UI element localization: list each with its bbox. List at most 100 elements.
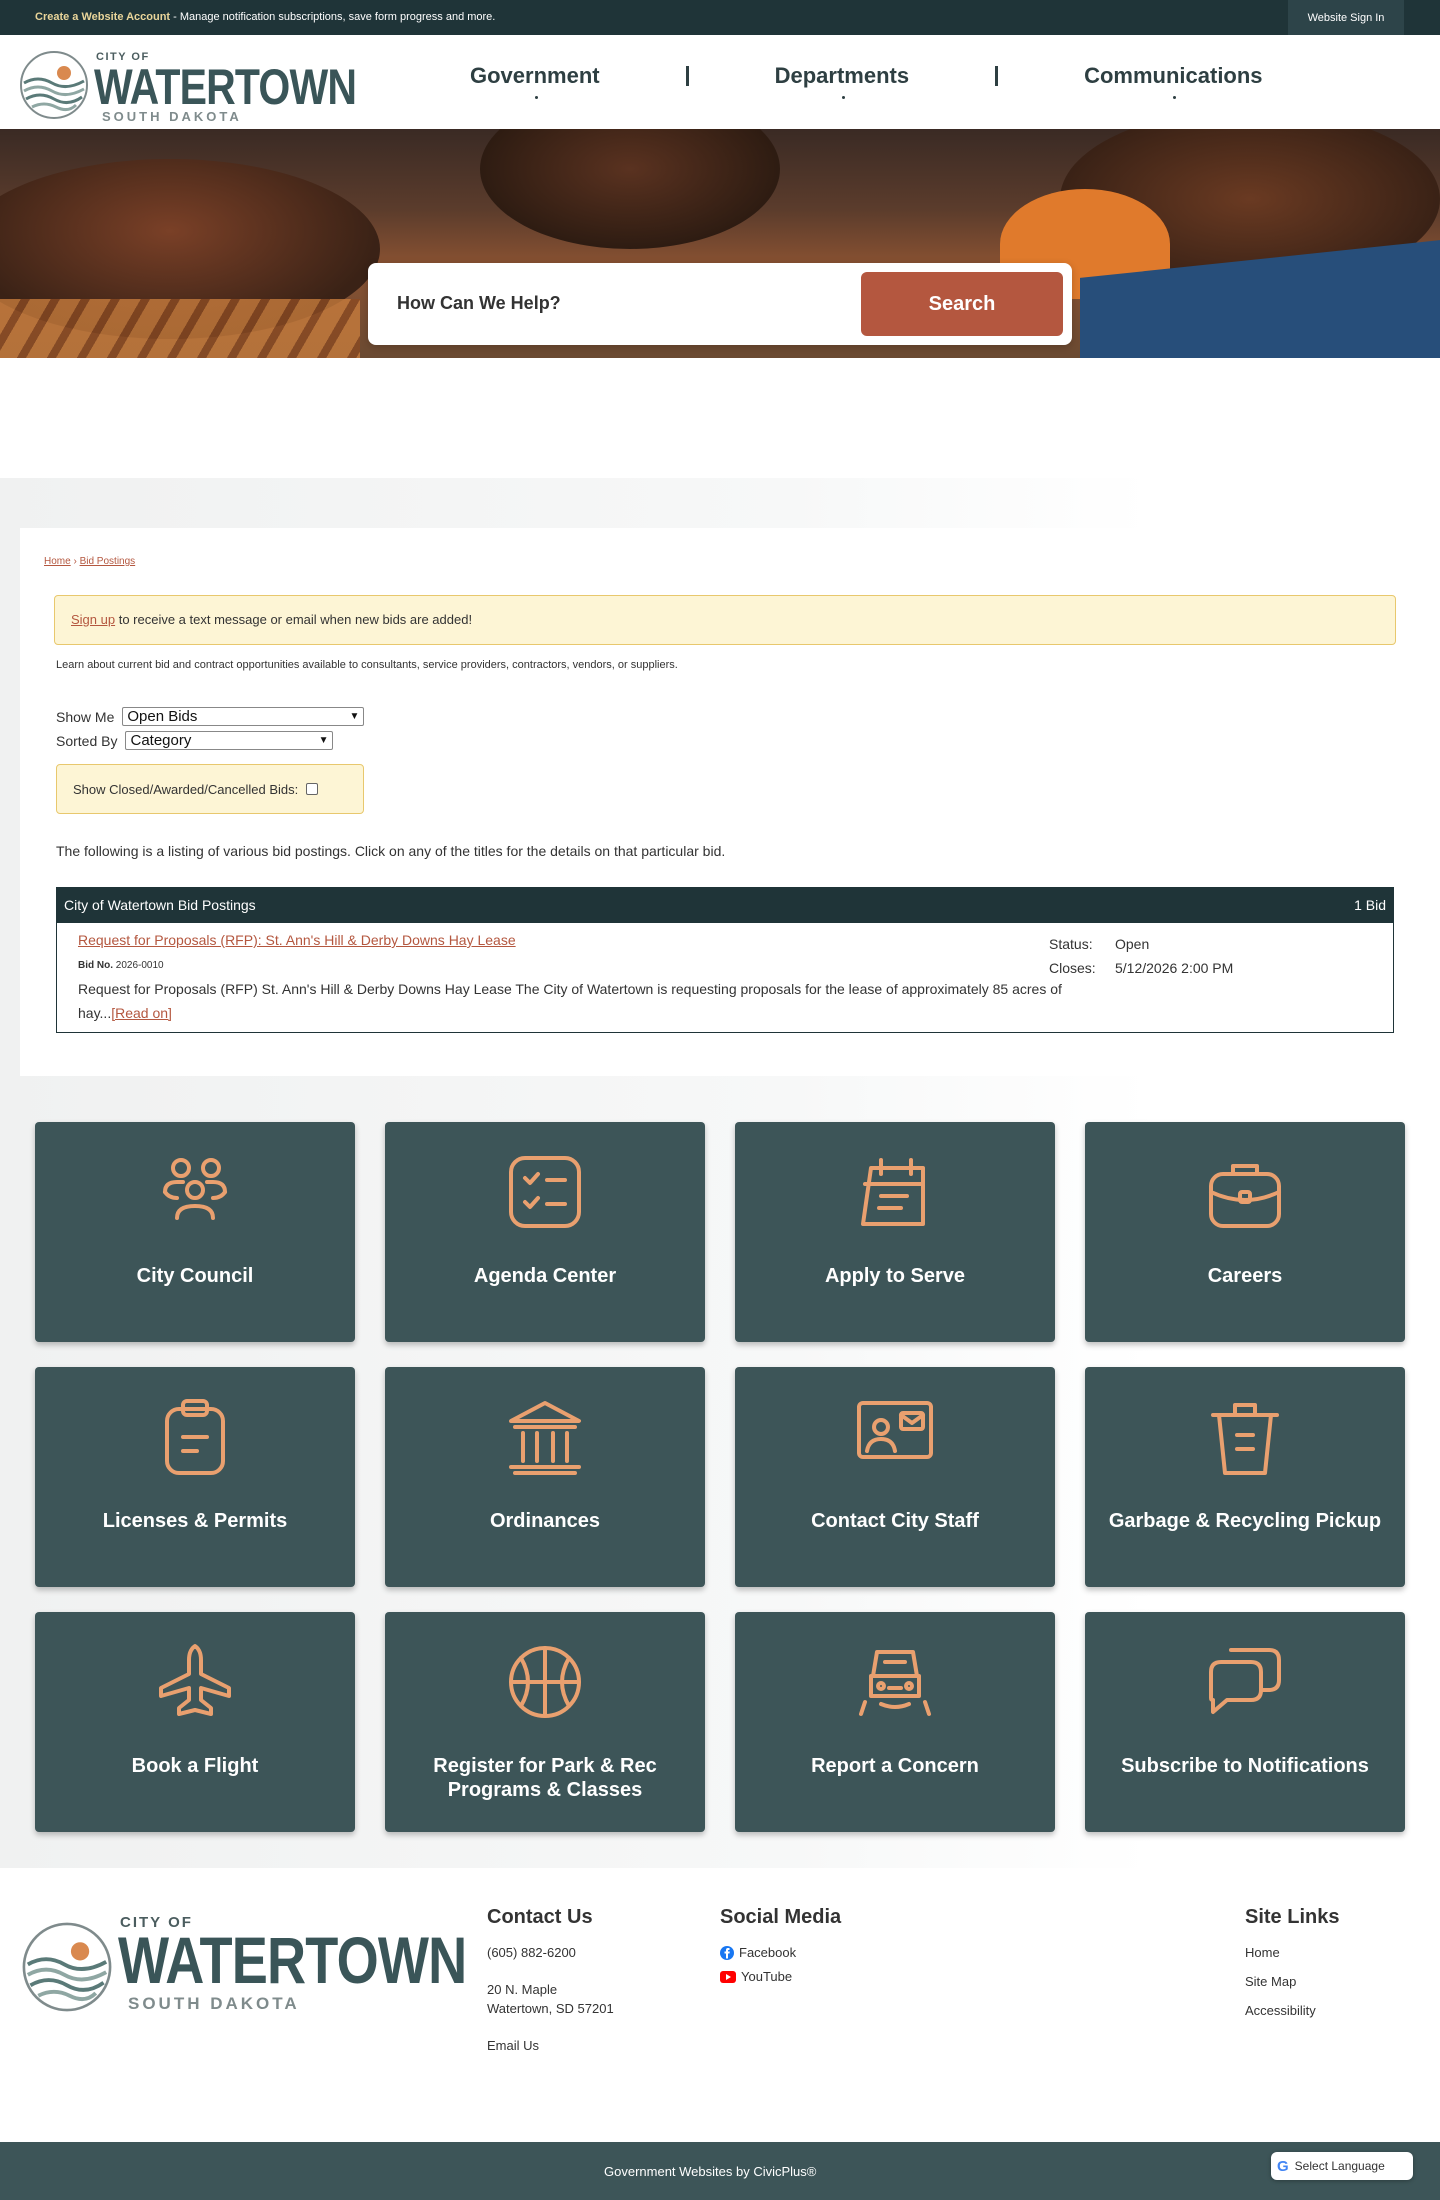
signup-notice: Sign up to receive a text message or ema… <box>54 595 1396 645</box>
main-nav: Government Departments Communications <box>470 63 1263 99</box>
sorted-by-select[interactable]: Category ▼ <box>125 731 334 750</box>
breadcrumb-separator: › <box>70 556 80 567</box>
chevron-down-icon: ▼ <box>349 711 360 722</box>
tile-contact-city-staff[interactable]: Contact City Staff <box>735 1367 1055 1587</box>
footer-site-links: Site Links Home Site Map Accessibility <box>1245 1906 1339 2027</box>
nav-government[interactable]: Government <box>470 63 600 99</box>
logo-state: SOUTH DAKOTA <box>102 109 242 124</box>
bid-table-title: City of Watertown Bid Postings <box>64 897 256 913</box>
language-select[interactable]: G Select Language <box>1271 2152 1413 2180</box>
sorted-by-value: Category <box>130 732 192 749</box>
bid-table-header: City of Watertown Bid Postings 1 Bid <box>56 887 1394 923</box>
tile-park-rec[interactable]: Register for Park & Rec Programs & Class… <box>385 1612 705 1832</box>
closes-label: Closes: <box>1049 960 1096 976</box>
language-label: Select Language <box>1294 2159 1385 2173</box>
breadcrumb-current[interactable]: Bid Postings <box>80 556 136 567</box>
building-icon <box>509 1401 581 1475</box>
bid-description-text: Request for Proposals (RFP) St. Ann's Hi… <box>78 981 1062 1021</box>
tile-label: Book a Flight <box>131 1755 259 1777</box>
search-box: How Can We Help? Search <box>368 263 1072 345</box>
site-logo[interactable]: CITY OF WATERTOWN SOUTH DAKOTA <box>18 45 357 124</box>
tile-careers[interactable]: Careers <box>1085 1122 1405 1342</box>
bid-row: Request for Proposals (RFP): St. Ann's H… <box>56 923 1394 1033</box>
footer-email-link[interactable]: Email Us <box>487 2038 614 2053</box>
footer-facebook-link[interactable]: Facebook <box>720 1945 841 1960</box>
nav-divider <box>685 66 689 86</box>
footer-link-site-map[interactable]: Site Map <box>1245 1974 1339 1989</box>
breadcrumb-home[interactable]: Home <box>44 556 71 567</box>
footer-youtube-link[interactable]: YouTube <box>720 1969 841 1984</box>
hero-bowl <box>480 129 780 249</box>
signup-link[interactable]: Sign up <box>71 612 115 627</box>
google-icon: G <box>1277 2157 1289 2175</box>
tile-report-a-concern[interactable]: Report a Concern <box>735 1612 1055 1832</box>
logo-emblem-icon <box>22 1922 112 2012</box>
tile-label: Agenda Center <box>473 1265 617 1287</box>
tile-label: Subscribe to Notifications <box>1121 1755 1369 1777</box>
chat-icon <box>1209 1648 1281 1714</box>
tile-label: Garbage & Recycling Pickup <box>1108 1510 1382 1532</box>
bid-count: 1 Bid <box>1354 897 1386 913</box>
account-message-text: - Manage notification subscriptions, sav… <box>170 11 496 23</box>
footer-contact: Contact Us (605) 882-6200 20 N. Maple Wa… <box>487 1906 614 2062</box>
bid-number-value: 2026-0010 <box>115 960 164 971</box>
bid-title-link[interactable]: Request for Proposals (RFP): St. Ann's H… <box>78 932 516 948</box>
tile-label: City Council <box>136 1265 254 1287</box>
clipboard-icon <box>165 1399 225 1475</box>
nav-communications[interactable]: Communications <box>1084 63 1263 99</box>
breadcrumb: Home › Bid Postings <box>44 556 135 567</box>
chevron-down-icon: ▼ <box>318 735 329 746</box>
search-button[interactable]: Search <box>861 272 1063 336</box>
footer-site-links-heading: Site Links <box>1245 1906 1340 1928</box>
hero-chips <box>0 299 360 358</box>
status-label: Status: <box>1049 936 1093 952</box>
create-account-link[interactable]: Create a Website Account <box>35 11 170 23</box>
closed-bids-checkbox[interactable] <box>306 783 319 795</box>
footer-contact-heading: Contact Us <box>487 1906 593 1928</box>
bid-number-label: Bid No. <box>78 960 113 971</box>
tile-subscribe-notifications[interactable]: Subscribe to Notifications <box>1085 1612 1405 1832</box>
facebook-label: Facebook <box>739 1945 797 1960</box>
header: CITY OF WATERTOWN SOUTH DAKOTA Governmen… <box>0 35 1440 129</box>
footer-phone[interactable]: (605) 882-6200 <box>487 1945 614 1960</box>
intro-text: Learn about current bid and contract opp… <box>56 659 678 671</box>
nav-departments[interactable]: Departments <box>775 63 909 99</box>
tile-licenses-permits[interactable]: Licenses & Permits <box>35 1367 355 1587</box>
show-me-value: Open Bids <box>127 708 198 725</box>
checklist-icon <box>509 1156 581 1228</box>
tile-city-council[interactable]: City Council <box>35 1122 355 1342</box>
tile-label: Report a Concern <box>811 1755 979 1777</box>
bid-meta: Status: Open Closes: 5/12/2026 2:00 PM <box>1049 932 1233 980</box>
search-input[interactable]: How Can We Help? <box>397 293 561 314</box>
nav-divider <box>995 66 999 86</box>
footer-address-1: 20 N. Maple <box>487 1982 558 1997</box>
footer-link-accessibility[interactable]: Accessibility <box>1245 2003 1339 2018</box>
tile-garbage-recycling[interactable]: Garbage & Recycling Pickup <box>1085 1367 1405 1587</box>
top-bar: Create a Website Account - Manage notifi… <box>0 0 1440 35</box>
tile-label: Licenses & Permits <box>102 1510 288 1532</box>
tile-label: Careers <box>1207 1265 1283 1287</box>
show-me-label: Show Me <box>56 708 115 725</box>
tile-agenda-center[interactable]: Agenda Center <box>385 1122 705 1342</box>
logo-name: WATERTOWN <box>94 59 357 115</box>
footer-logo[interactable]: CITY OF WATERTOWN SOUTH DAKOTA <box>20 1914 467 2014</box>
show-me-select[interactable]: Open Bids ▼ <box>122 707 365 726</box>
listing-text: The following is a listing of various bi… <box>56 843 726 859</box>
footer-social-heading: Social Media <box>720 1906 842 1928</box>
footer-link-home[interactable]: Home <box>1245 1945 1339 1960</box>
tile-book-a-flight[interactable]: Book a Flight <box>35 1612 355 1832</box>
read-on-link[interactable]: [Read on] <box>111 1005 172 1021</box>
closed-bids-filter: Show Closed/Awarded/Cancelled Bids: <box>56 764 364 814</box>
closed-bids-label: Show Closed/Awarded/Cancelled Bids: <box>73 782 299 797</box>
bid-description: Request for Proposals (RFP) St. Ann's Hi… <box>78 977 1068 1025</box>
notice-text: to receive a text message or email when … <box>115 612 473 627</box>
youtube-label: YouTube <box>741 1969 793 1984</box>
sorted-by-row: Sorted By Category ▼ <box>56 731 334 750</box>
civicplus-credit[interactable]: Government Websites by CivicPlus® <box>604 2164 816 2179</box>
footer-social: Social Media Facebook YouTube <box>720 1906 841 1993</box>
sign-in-button[interactable]: Website Sign In <box>1288 0 1404 35</box>
youtube-icon <box>720 1970 736 1983</box>
tile-ordinances[interactable]: Ordinances <box>385 1367 705 1587</box>
tile-label: Contact City Staff <box>811 1510 979 1532</box>
tile-apply-to-serve[interactable]: Apply to Serve <box>735 1122 1055 1342</box>
